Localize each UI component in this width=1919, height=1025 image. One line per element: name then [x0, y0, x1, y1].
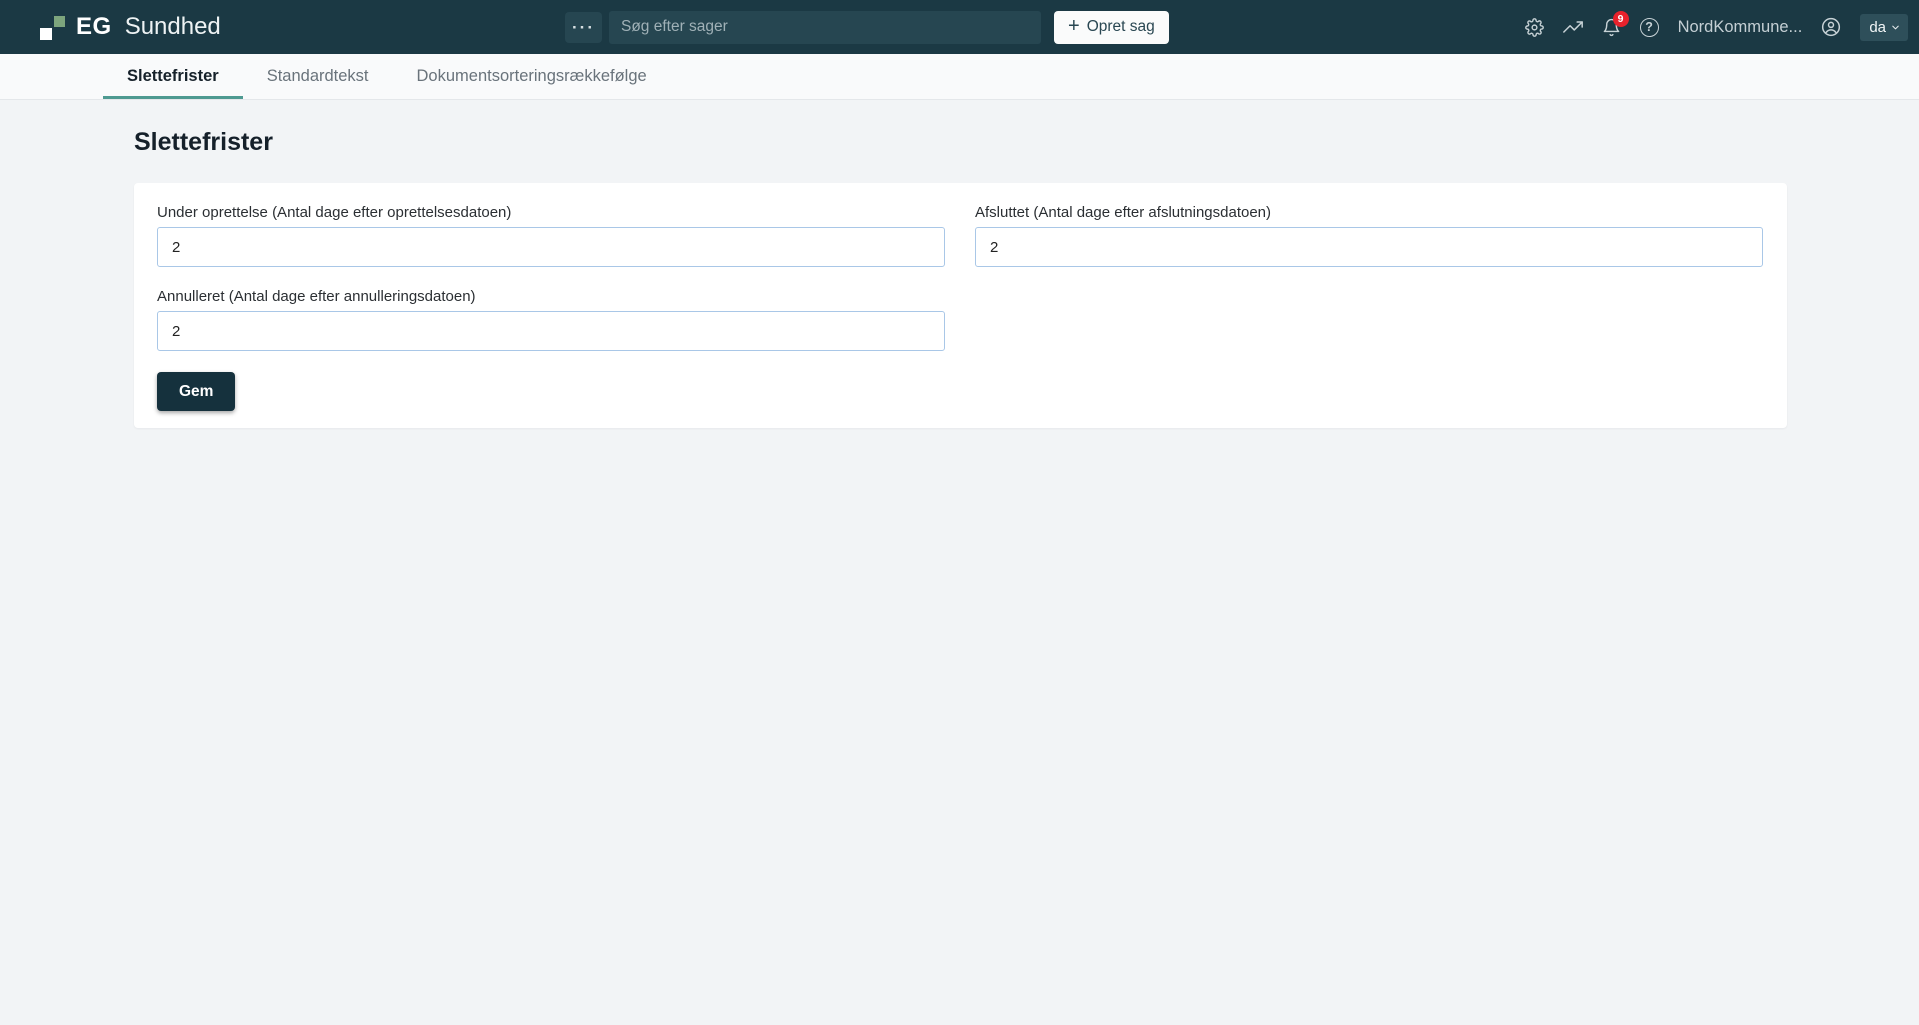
statistics-button[interactable]: [1563, 17, 1583, 37]
tab-standardtekst[interactable]: Standardtekst: [243, 54, 393, 99]
brand-name-bold: EG: [76, 13, 112, 41]
gear-icon: [1525, 18, 1544, 37]
brand-name-light: Sundhed: [125, 13, 221, 41]
trending-up-icon: [1563, 17, 1583, 37]
plus-icon: +: [1068, 16, 1080, 36]
language-selector[interactable]: da: [1860, 14, 1908, 41]
create-case-label: Opret sag: [1087, 18, 1155, 36]
slettefrister-card: Under oprettelse (Antal dage efter opret…: [134, 183, 1787, 428]
notifications-button[interactable]: 9: [1602, 18, 1621, 37]
ellipsis-icon: ···: [572, 18, 595, 37]
under-oprettelse-input[interactable]: [157, 227, 945, 267]
under-oprettelse-label: Under oprettelse (Antal dage efter opret…: [157, 204, 945, 221]
afsluttet-label: Afsluttet (Antal dage efter afslutningsd…: [975, 204, 1763, 221]
tab-dokumentsorteringsraekkefoelge[interactable]: Dokumentsorteringsrækkefølge: [393, 54, 671, 99]
account-button[interactable]: [1821, 17, 1841, 37]
field-under-oprettelse: Under oprettelse (Antal dage efter opret…: [157, 204, 945, 267]
help-button[interactable]: ?: [1640, 18, 1659, 37]
help-icon: ?: [1640, 18, 1659, 37]
top-header: EG Sundhed ··· + Opret sag: [0, 0, 1919, 54]
tab-slettefrister[interactable]: Slettefrister: [103, 54, 243, 99]
tab-label: Standardtekst: [267, 67, 369, 86]
header-center: ··· + Opret sag: [565, 0, 1169, 54]
tab-label: Dokumentsorteringsrækkefølge: [417, 67, 647, 86]
more-menu-button[interactable]: ···: [565, 12, 602, 43]
search-input[interactable]: [609, 11, 1041, 44]
field-annulleret: Annulleret (Antal dage efter annullering…: [157, 288, 945, 351]
save-button[interactable]: Gem: [157, 372, 235, 411]
create-case-button[interactable]: + Opret sag: [1054, 11, 1169, 44]
field-afsluttet: Afsluttet (Antal dage efter afslutningsd…: [975, 204, 1763, 267]
eg-logo-icon: [40, 15, 65, 40]
tab-label: Slettefrister: [127, 67, 219, 86]
help-glyph: ?: [1645, 20, 1653, 34]
language-label: da: [1869, 19, 1886, 36]
annulleret-input[interactable]: [157, 311, 945, 351]
annulleret-label: Annulleret (Antal dage efter annullering…: [157, 288, 945, 305]
app-logo[interactable]: EG Sundhed: [40, 13, 221, 41]
person-icon: [1821, 17, 1841, 37]
logo-square-green: [54, 16, 65, 27]
page-title: Slettefrister: [134, 128, 1919, 157]
form-grid: Under oprettelse (Antal dage efter opret…: [157, 204, 1763, 351]
tab-bar: Slettefrister Standardtekst Dokumentsort…: [0, 54, 1919, 100]
header-right: 9 ? NordKommune... da: [1525, 0, 1908, 54]
afsluttet-input[interactable]: [975, 227, 1763, 267]
notification-count-badge: 9: [1613, 11, 1629, 27]
settings-button[interactable]: [1525, 18, 1544, 37]
logo-square-white: [40, 28, 52, 40]
tenant-name: NordKommune...: [1678, 18, 1803, 37]
chevron-down-icon: [1890, 22, 1901, 33]
main-content: Slettefrister Under oprettelse (Antal da…: [0, 100, 1919, 428]
